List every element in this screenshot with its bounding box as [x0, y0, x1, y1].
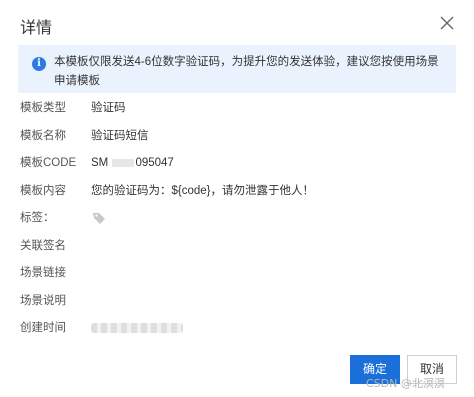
field-label: 关联签名 [20, 239, 66, 252]
field-scene-description: 场景说明 [20, 294, 460, 322]
tag-icon[interactable] [92, 211, 106, 225]
info-notice: i 本模板仅限发送4-6位数字验证码，为提升您的发送体验，建议您按使用场景申请模… [18, 45, 456, 93]
field-label: 模板内容 [20, 184, 66, 197]
field-label: 场景链接 [20, 267, 66, 279]
redaction-mask [112, 158, 135, 167]
code-prefix: SM [91, 157, 109, 169]
close-button[interactable] [438, 14, 456, 32]
code-suffix: 095047 [135, 157, 174, 169]
field-created-time: 创建时间 [20, 321, 460, 349]
watermark: CSDN @北溟溟 [366, 377, 445, 390]
blurred-timestamp [91, 323, 183, 333]
details-dialog: 详情 i 本模板仅限发送4-6位数字验证码，为提升您的发送体验，建议您按使用场景… [0, 0, 474, 397]
field-label: 场景说明 [20, 294, 66, 307]
field-scene-link: 场景链接 [20, 266, 460, 294]
notice-text: 本模板仅限发送4-6位数字验证码，为提升您的发送体验，建议您按使用场景申请模板 [54, 56, 439, 87]
field-tags: 标签： [20, 211, 460, 239]
field-label: 模板类型 [20, 102, 66, 114]
field-label: 模板CODE [20, 157, 77, 169]
field-value: SM 095047 [91, 156, 174, 170]
field-label: 创建时间 [20, 322, 66, 334]
field-template-name: 模板名称 验证码短信 [20, 129, 460, 157]
field-value: 您的验证码为：${code}，请勿泄露于他人！ [91, 184, 315, 197]
field-value: 验证码 [91, 102, 126, 114]
field-label: 标签： [20, 212, 55, 224]
field-linked-signature: 关联签名 [20, 239, 460, 267]
detail-fields: 模板类型 验证码 模板名称 验证码短信 模板CODE SM 095047 模板内… [20, 101, 460, 349]
field-label: 模板名称 [20, 129, 66, 142]
close-icon [440, 16, 454, 30]
info-icon: i [32, 57, 46, 71]
dialog-title: 详情 [20, 20, 53, 37]
field-template-type: 模板类型 验证码 [20, 101, 460, 129]
field-template-code: 模板CODE SM 095047 [20, 156, 460, 184]
field-template-content: 模板内容 您的验证码为：${code}，请勿泄露于他人！ [20, 184, 460, 212]
field-value: 验证码短信 [91, 129, 149, 142]
